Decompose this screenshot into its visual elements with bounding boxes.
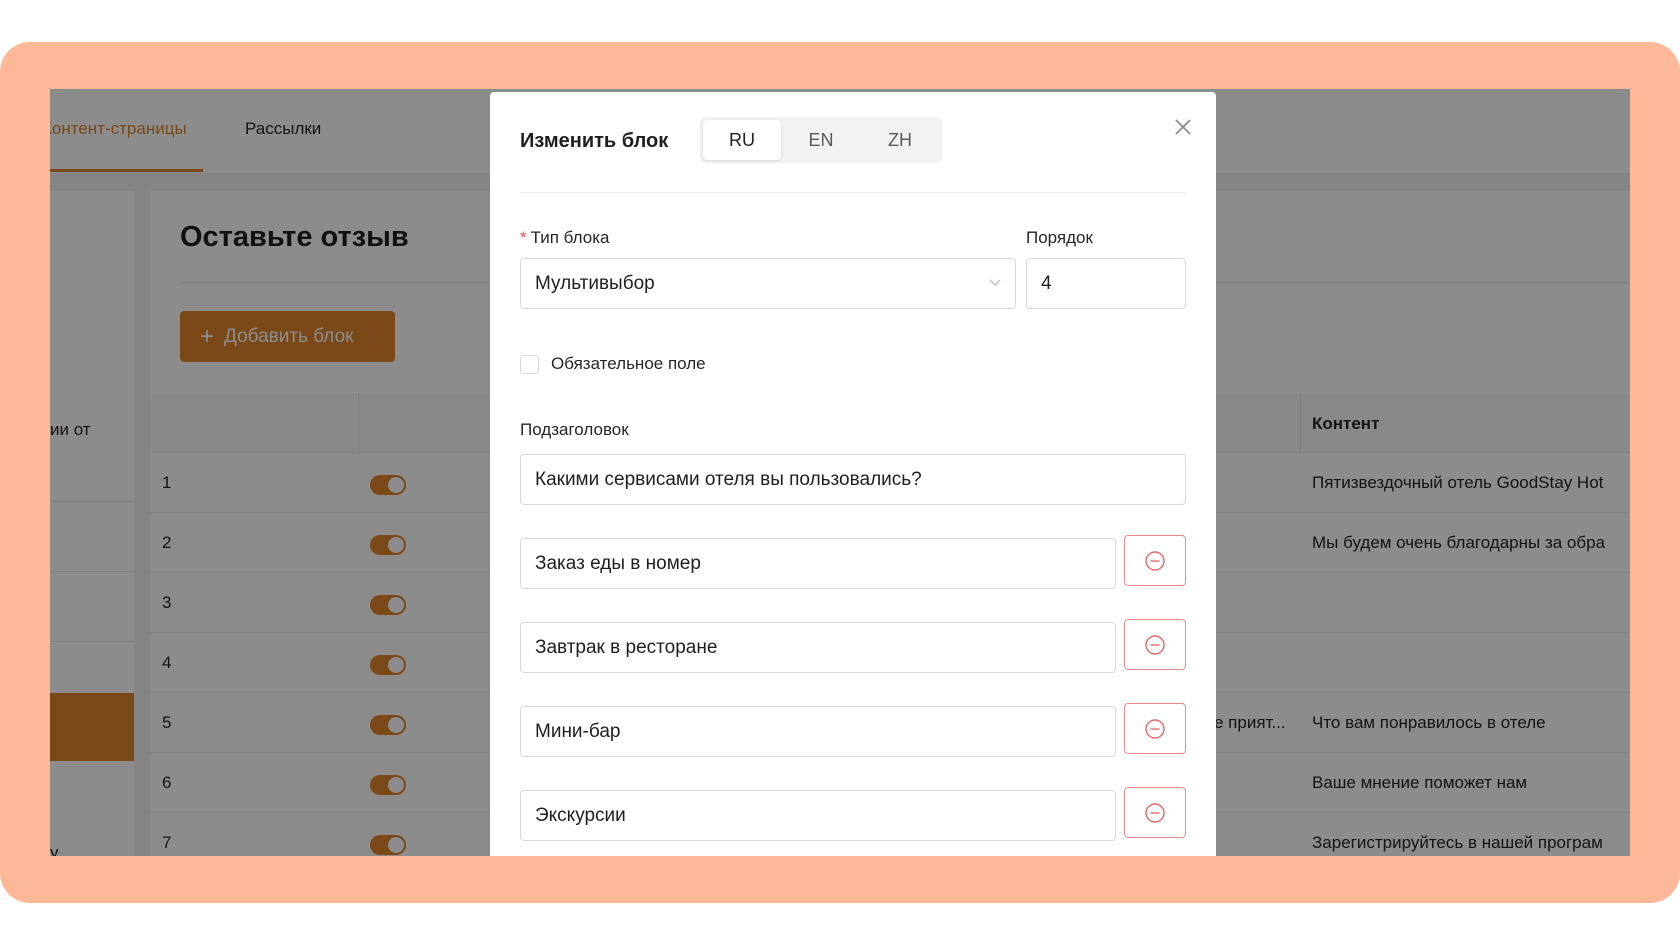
lang-zh-option[interactable]: ZH [861,120,939,160]
option-input[interactable]: Мини-бар [520,706,1116,757]
block-type-value: Мультивыбор [535,272,655,294]
option-value: Заказ еды в номер [535,552,701,574]
modal-header-divider [520,192,1186,193]
option-input[interactable]: Экскурсии [520,790,1116,841]
language-switcher: RU EN ZH [700,117,942,163]
option-value: Мини-бар [535,720,621,742]
required-asterisk: * [520,228,527,247]
remove-option-button[interactable] [1124,535,1186,586]
subtitle-input[interactable]: Какими сервисами отеля вы пользовались? [520,454,1186,505]
minus-circle-icon [1145,634,1165,655]
order-label: Порядок [1026,228,1093,247]
option-input[interactable]: Заказ еды в номер [520,538,1116,589]
edit-block-modal: Изменить блок RU EN ZH * Тип блока Мульти… [490,92,1216,856]
modal-title: Изменить блок [520,130,669,152]
chevron-down-icon [989,279,1001,287]
close-icon[interactable] [1172,117,1194,139]
subtitle-label: Подзаголовок [520,420,629,439]
subtitle-value: Какими сервисами отеля вы пользовались? [535,468,922,490]
required-checkbox[interactable] [520,355,539,374]
remove-option-button[interactable] [1124,703,1186,754]
minus-circle-icon [1145,802,1165,823]
minus-circle-icon [1145,550,1165,571]
option-value: Завтрак в ресторане [535,636,718,658]
app-screen: Контент-страницы Рассылки ии от у Оставь… [50,89,1630,856]
remove-option-button[interactable] [1124,619,1186,670]
block-type-select[interactable]: Мультивыбор [520,258,1016,309]
required-checkbox-label[interactable]: Обязательное поле [551,354,706,374]
order-value: 4 [1041,272,1052,294]
order-input[interactable]: 4 [1026,258,1186,309]
option-value: Экскурсии [535,804,626,826]
remove-option-button[interactable] [1124,787,1186,838]
option-input[interactable]: Завтрак в ресторане [520,622,1116,673]
lang-en-option[interactable]: EN [782,120,860,160]
lang-ru-option[interactable]: RU [703,120,781,160]
minus-circle-icon [1145,718,1165,739]
block-type-label: * Тип блока [520,228,610,247]
